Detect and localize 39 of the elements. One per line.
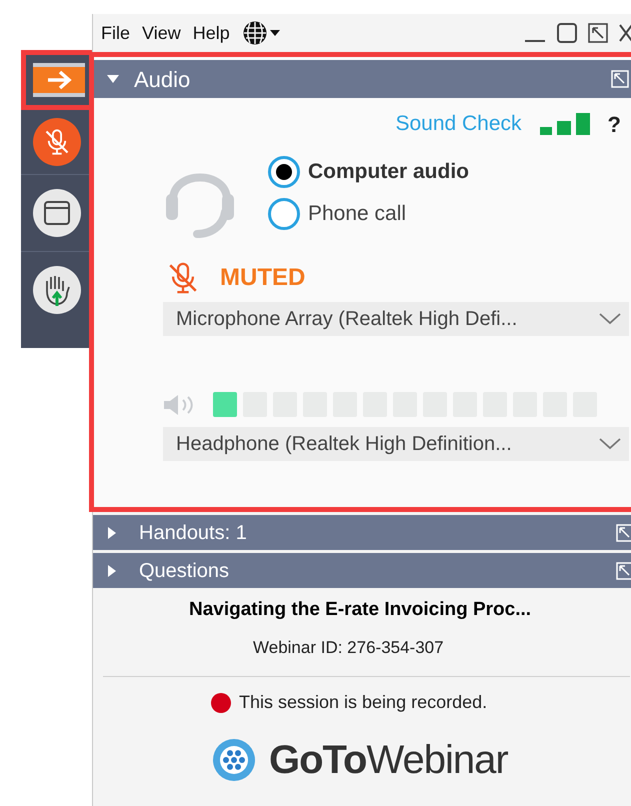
option-label: Phone call (308, 201, 406, 228)
language-button[interactable] (242, 20, 280, 46)
webinar-id: Webinar ID: 276-354-307 (253, 636, 444, 658)
panel-title: Audio (134, 66, 190, 94)
chevron-down-icon (599, 313, 621, 325)
window-icon (42, 200, 70, 226)
close-icon[interactable] (618, 23, 631, 43)
panel-title: Handouts: 1 (139, 520, 247, 546)
panel-header[interactable]: Handouts: 1 (93, 515, 631, 550)
help-mark[interactable]: ? (608, 108, 621, 140)
speaker-dropdown[interactable]: Headphone (Realtek High Definition... (163, 427, 629, 461)
menu-item[interactable]: View (142, 20, 181, 46)
radio-button[interactable] (268, 156, 300, 188)
panel-title: Questions (139, 558, 230, 584)
caret-icon (270, 30, 280, 36)
panel-header[interactable]: Questions (93, 553, 631, 588)
menu-item[interactable]: Help (192, 20, 230, 46)
recording-notice: This session is being recorded. (239, 691, 488, 714)
audio-panel-header[interactable]: Audio (94, 60, 631, 98)
arrow-right-icon (45, 70, 73, 90)
radio-button[interactable] (268, 198, 300, 230)
maximize-icon[interactable] (556, 22, 578, 44)
flower-logo-icon (211, 737, 257, 783)
menu-item[interactable]: File (101, 20, 130, 46)
mic-status-label: MUTED (220, 263, 306, 293)
product-logo-text: GoToWebinar (269, 737, 508, 784)
microphone-button[interactable] (32, 118, 80, 166)
signal-bars-icon (540, 113, 590, 135)
webinar-title: Navigating the E-rate Invoicing Proc... (189, 598, 532, 622)
audio-option[interactable]: Computer audio (268, 156, 469, 188)
window-button[interactable] (32, 189, 80, 237)
collapse-sidebar-button[interactable] (33, 63, 85, 97)
audio-option[interactable]: Phone call (268, 198, 469, 230)
microphone-dropdown[interactable]: Microphone Array (Realtek High Defi... (163, 302, 629, 336)
raise-hand-button[interactable] (32, 266, 80, 314)
option-label: Computer audio (308, 159, 469, 186)
chevron-down-icon (599, 438, 621, 450)
popout-icon[interactable] (588, 23, 608, 43)
globe-icon (242, 20, 268, 46)
